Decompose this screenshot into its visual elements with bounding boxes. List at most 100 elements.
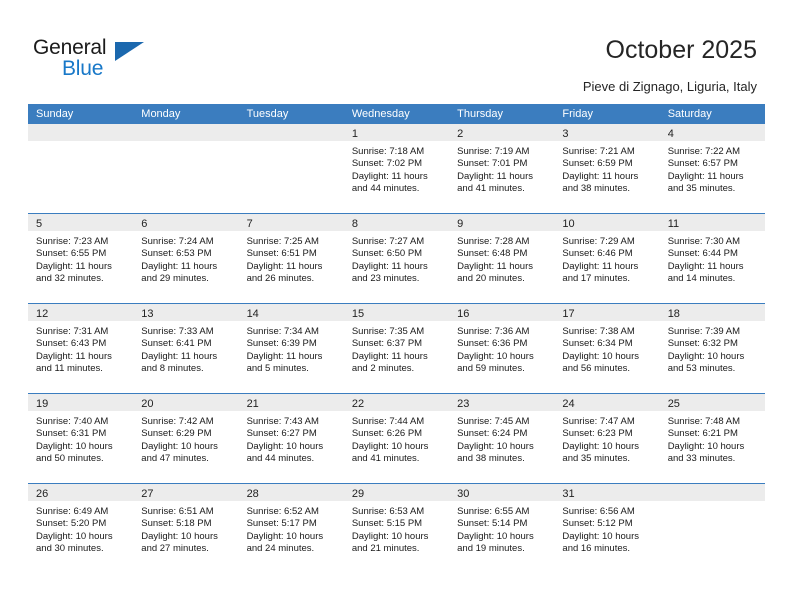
sunset-text: Sunset: 6:51 PM: [246, 248, 317, 260]
day-cell-22[interactable]: 22 Sunrise: 7:44 AM Sunset: 6:26 PM Dayligh…: [343, 394, 450, 483]
day-cell-6[interactable]: 6 Sunrise: 7:24 AM Sunset: 6:53 PM Daylight…: [133, 214, 239, 303]
day-number-band: 20: [133, 394, 239, 411]
sunrise-text: Sunrise: 7:24 AM: [141, 236, 214, 247]
day-details: Sunrise: 7:39 AM Sunset: 6:32 PM Daylight:…: [660, 321, 765, 376]
sunrise-text: Sunrise: 7:23 AM: [36, 236, 109, 247]
sunrise-text: Sunrise: 7:47 AM: [562, 416, 635, 427]
day-number-band: 6: [133, 214, 239, 231]
day-cell-17[interactable]: 17 Sunrise: 7:38 AM Sunset: 6:34 PM Dayligh…: [554, 304, 660, 393]
day-number: 7: [246, 218, 253, 230]
sunset-text: Sunset: 5:15 PM: [351, 518, 423, 530]
day-cell-31[interactable]: 31 Sunrise: 6:56 AM Sunset: 5:12 PM Dayligh…: [554, 484, 660, 573]
day-number: 28: [246, 488, 259, 500]
day-cell-14[interactable]: 14 Sunrise: 7:34 AM Sunset: 6:39 PM Dayligh…: [238, 304, 344, 393]
sunset-text: Sunset: 6:48 PM: [457, 248, 528, 260]
day-details: Sunrise: 7:36 AM Sunset: 6:36 PM Daylight:…: [449, 321, 554, 376]
day-cell-21[interactable]: 21 Sunrise: 7:43 AM Sunset: 6:27 PM Dayligh…: [238, 394, 344, 483]
day-number: 19: [36, 398, 49, 410]
day-cell-3[interactable]: 3 Sunrise: 7:21 AM Sunset: 6:59 PM Daylight…: [554, 124, 660, 213]
day-details: Sunrise: 7:43 AM Sunset: 6:27 PM Daylight:…: [239, 411, 344, 466]
day-cell-20[interactable]: 20 Sunrise: 7:42 AM Sunset: 6:29 PM Dayligh…: [133, 394, 239, 483]
sunrise-text: Sunrise: 7:35 AM: [351, 326, 425, 337]
day-cell-15[interactable]: 15 Sunrise: 7:35 AM Sunset: 6:37 PM Dayligh…: [343, 304, 450, 393]
day-details: Sunrise: 7:34 AM Sunset: 6:39 PM Daylight:…: [239, 321, 344, 376]
sunrise-text: Sunrise: 7:39 AM: [667, 326, 741, 337]
sunrise-text: Sunrise: 7:42 AM: [141, 416, 214, 427]
day-cell-10[interactable]: 10 Sunrise: 7:29 AM Sunset: 6:46 PM Dayligh…: [554, 214, 660, 303]
day-cell-7[interactable]: 7 Sunrise: 7:25 AM Sunset: 6:51 PM Daylight…: [238, 214, 344, 303]
page-title: October 2025: [605, 36, 758, 64]
sunset-text: Sunset: 6:50 PM: [351, 248, 423, 260]
day-cell-16[interactable]: 16 Sunrise: 7:36 AM Sunset: 6:36 PM Dayligh…: [449, 304, 555, 393]
day-number: 29: [351, 488, 365, 500]
daylight-text: Daylight: 11 hours and 44 minutes.: [351, 170, 428, 195]
day-cell-8[interactable]: 8 Sunrise: 7:27 AM Sunset: 6:50 PM Daylight…: [343, 214, 450, 303]
day-number-band: 12: [28, 304, 134, 321]
day-cell-4[interactable]: 4 Sunrise: 7:22 AM Sunset: 6:57 PM Daylight…: [659, 124, 765, 213]
sunset-text: Sunset: 6:44 PM: [667, 248, 738, 260]
sunset-text: Sunset: 6:43 PM: [36, 338, 107, 350]
day-cell-12[interactable]: 12 Sunrise: 7:31 AM Sunset: 6:43 PM Dayligh…: [28, 304, 134, 393]
day-cell-11[interactable]: 11 Sunrise: 7:30 AM Sunset: 6:44 PM Dayligh…: [659, 214, 765, 303]
day-cell-2[interactable]: 2 Sunrise: 7:19 AM Sunset: 7:01 PM Daylight…: [449, 124, 555, 213]
sunrise-text: Sunrise: 7:48 AM: [667, 416, 741, 427]
day-details: Sunrise: 7:31 AM Sunset: 6:43 PM Daylight:…: [28, 321, 133, 376]
sunset-text: Sunset: 6:23 PM: [562, 428, 633, 440]
daylight-text: Daylight: 10 hours and 41 minutes.: [351, 440, 429, 465]
day-cell-25[interactable]: 25 Sunrise: 7:48 AM Sunset: 6:21 PM Dayligh…: [659, 394, 765, 483]
day-number: 4: [667, 128, 674, 140]
day-cell-27[interactable]: 27 Sunrise: 6:51 AM Sunset: 5:18 PM Dayligh…: [133, 484, 239, 573]
day-cell-5[interactable]: 5 Sunrise: 7:23 AM Sunset: 6:55 PM Daylight…: [28, 214, 134, 303]
day-number-band: 5: [28, 214, 134, 231]
weekday-header-row: Sunday Monday Tuesday Wednesday Thursday Frid…: [28, 104, 765, 124]
daylight-text: Daylight: 11 hours and 29 minutes.: [141, 260, 218, 285]
day-cell-1[interactable]: 1 Sunrise: 7:18 AM Sunset: 7:02 PM Daylight…: [343, 124, 450, 213]
day-number: 12: [36, 308, 49, 320]
sunrise-text: Sunrise: 7:45 AM: [457, 416, 530, 427]
day-number: 23: [457, 398, 470, 410]
day-details: Sunrise: 6:51 AM Sunset: 5:18 PM Daylight:…: [133, 501, 238, 556]
calendar-grid: Sunday Monday Tuesday Wednesday Thursday Frid…: [28, 104, 765, 573]
day-number: 6: [141, 218, 148, 230]
daylight-text: Daylight: 10 hours and 33 minutes.: [667, 440, 745, 465]
day-cell-18[interactable]: 18 Sunrise: 7:39 AM Sunset: 6:32 PM Dayligh…: [659, 304, 765, 393]
sunrise-text: Sunrise: 7:21 AM: [562, 146, 635, 157]
sunset-text: Sunset: 6:21 PM: [667, 428, 738, 440]
day-number-band: 10: [554, 214, 660, 231]
day-cell-28[interactable]: 28 Sunrise: 6:52 AM Sunset: 5:17 PM Dayligh…: [238, 484, 344, 573]
general-blue-logo[interactable]: General Blue: [33, 36, 233, 82]
daylight-text: Daylight: 10 hours and 59 minutes.: [457, 350, 534, 375]
day-cell-24[interactable]: 24 Sunrise: 7:47 AM Sunset: 6:23 PM Dayligh…: [554, 394, 660, 483]
daylight-text: Daylight: 10 hours and 21 minutes.: [351, 530, 429, 555]
day-cell-23[interactable]: 23 Sunrise: 7:45 AM Sunset: 6:24 PM Dayligh…: [449, 394, 555, 483]
day-cell-29[interactable]: 29 Sunrise: 6:53 AM Sunset: 5:15 PM Dayligh…: [343, 484, 450, 573]
week-row: 5 Sunrise: 7:23 AM Sunset: 6:55 PM Daylight…: [28, 213, 765, 303]
day-details: Sunrise: 6:49 AM Sunset: 5:20 PM Daylight:…: [28, 501, 133, 556]
daylight-text: Daylight: 11 hours and 17 minutes.: [562, 260, 639, 285]
calendar-weeks: 1 Sunrise: 7:18 AM Sunset: 7:02 PM Daylight…: [28, 124, 765, 573]
day-number-band: 18: [659, 304, 765, 321]
sunrise-text: Sunrise: 7:31 AM: [36, 326, 109, 337]
sunrise-text: Sunrise: 7:34 AM: [246, 326, 319, 337]
day-number-band: 16: [449, 304, 555, 321]
day-cell-26[interactable]: 26 Sunrise: 6:49 AM Sunset: 5:20 PM Dayligh…: [28, 484, 134, 573]
sunrise-text: Sunrise: 7:44 AM: [351, 416, 425, 427]
day-number-band: [133, 124, 239, 141]
sunset-text: Sunset: 5:17 PM: [246, 518, 317, 530]
daylight-text: Daylight: 11 hours and 23 minutes.: [351, 260, 428, 285]
daylight-text: Daylight: 10 hours and 24 minutes.: [246, 530, 324, 555]
day-number-band: 13: [133, 304, 239, 321]
day-details: Sunrise: 6:53 AM Sunset: 5:15 PM Daylight:…: [344, 501, 449, 556]
daylight-text: Daylight: 11 hours and 32 minutes.: [36, 260, 112, 285]
day-cell-19[interactable]: 19 Sunrise: 7:40 AM Sunset: 6:31 PM Dayligh…: [28, 394, 134, 483]
day-number-band: 14: [238, 304, 344, 321]
day-cell-13[interactable]: 13 Sunrise: 7:33 AM Sunset: 6:41 PM Dayligh…: [133, 304, 239, 393]
day-cell-9[interactable]: 9 Sunrise: 7:28 AM Sunset: 6:48 PM Daylight…: [449, 214, 555, 303]
day-number-band: [659, 484, 765, 501]
daylight-text: Daylight: 10 hours and 47 minutes.: [141, 440, 218, 465]
sunrise-text: Sunrise: 7:25 AM: [246, 236, 319, 247]
day-number: 24: [562, 398, 575, 410]
weekday-header-saturday: Saturday: [667, 108, 712, 120]
day-number-band: 29: [343, 484, 450, 501]
day-cell-30[interactable]: 30 Sunrise: 6:55 AM Sunset: 5:14 PM Dayligh…: [449, 484, 555, 573]
